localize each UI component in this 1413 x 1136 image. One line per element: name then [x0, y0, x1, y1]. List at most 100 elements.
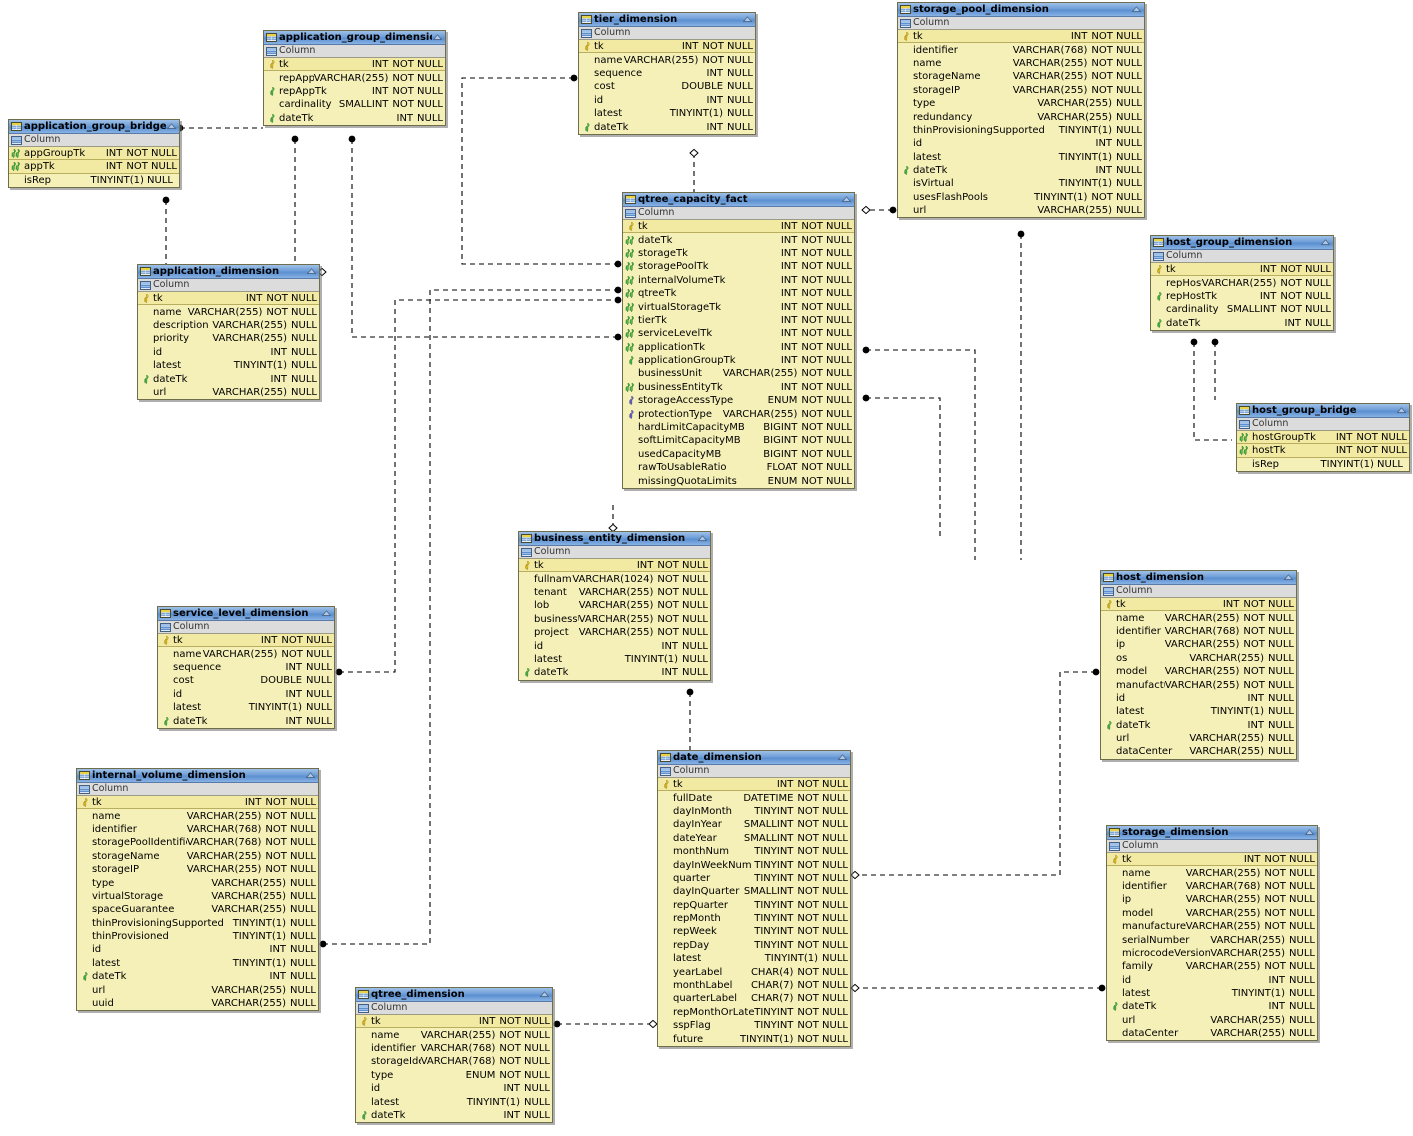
- column-row[interactable]: missingQuotaLimits ENUM NOT NULL: [623, 474, 854, 487]
- column-row[interactable]: applicationTk INT NOT NULL: [623, 341, 854, 354]
- column-row[interactable]: dateTk INT NOT NULL: [623, 233, 854, 246]
- column-row[interactable]: thinProvisioningSupported TINYINT(1) NULL: [898, 124, 1144, 137]
- column-row[interactable]: repWeek TINYINT NOT NULL: [658, 925, 850, 938]
- column-row[interactable]: repAppTk INT NOT NULL: [264, 85, 445, 98]
- column-row[interactable]: appTk INT NOT NULL: [9, 160, 179, 174]
- column-row[interactable]: businessEntityTk INT NOT NULL: [623, 381, 854, 394]
- table-host_dimension[interactable]: host_dimension Column tk INT NOT NULL name VAR…: [1100, 570, 1297, 760]
- column-row[interactable]: url VARCHAR(255) NULL: [1101, 732, 1296, 745]
- column-row[interactable]: latest TINYINT(1) NULL: [898, 151, 1144, 164]
- column-row[interactable]: future TINYINT(1) NOT NULL: [658, 1032, 850, 1045]
- column-row[interactable]: tk INT NOT NULL: [158, 634, 334, 648]
- column-row[interactable]: repQuarter TINYINT NOT NULL: [658, 899, 850, 912]
- column-row[interactable]: type VARCHAR(255) NULL: [77, 876, 318, 889]
- column-row[interactable]: dayInWeekNum TINYINT NOT NULL: [658, 858, 850, 871]
- column-row[interactable]: id INT NULL: [519, 639, 710, 652]
- column-row[interactable]: manufacturerVARCHAR(255)NOT NULL: [1107, 920, 1317, 933]
- collapse-chevron-icon[interactable]: [166, 121, 177, 132]
- column-row[interactable]: virtualStorage VARCHAR(255) NULL: [77, 890, 318, 903]
- column-row[interactable]: cardinality SMALLINT NOT NULL: [264, 98, 445, 111]
- column-row[interactable]: monthNum TINYINT NOT NULL: [658, 845, 850, 858]
- column-row[interactable]: tk INT NOT NULL: [138, 292, 319, 306]
- column-row[interactable]: appGroupTk INT NOT NULL: [9, 147, 179, 161]
- column-row[interactable]: serviceLevelTk INT NOT NULL: [623, 327, 854, 340]
- column-row[interactable]: id INT NULL: [898, 137, 1144, 150]
- column-row[interactable]: id INT NULL: [356, 1082, 552, 1095]
- column-row[interactable]: storageIP VARCHAR(255) NOT NULL: [77, 863, 318, 876]
- collapse-chevron-icon[interactable]: [742, 14, 753, 25]
- column-row[interactable]: url VARCHAR(255) NULL: [77, 983, 318, 996]
- column-row[interactable]: identifier VARCHAR(768) NOT NULL: [1107, 880, 1317, 893]
- table-qtree_dimension[interactable]: qtree_dimension Column tk INT NOT NULL name VA…: [355, 987, 553, 1124]
- collapse-chevron-icon[interactable]: [321, 608, 332, 619]
- column-row[interactable]: model VARCHAR(255) NOT NULL: [1101, 665, 1296, 678]
- table-header-qtree_dimension[interactable]: qtree_dimension: [356, 988, 552, 1002]
- column-row[interactable]: redundancy VARCHAR(255) NULL: [898, 110, 1144, 123]
- column-row[interactable]: latest TINYINT(1) NULL: [519, 653, 710, 666]
- column-row[interactable]: id INT NULL: [1107, 974, 1317, 987]
- table-host_group_dimension[interactable]: host_group_dimension Column tk INT NOT NULL r…: [1150, 235, 1334, 331]
- collapse-chevron-icon[interactable]: [305, 770, 316, 781]
- collapse-chevron-icon[interactable]: [1304, 827, 1315, 838]
- column-row[interactable]: os VARCHAR(255) NULL: [1101, 652, 1296, 665]
- column-row[interactable]: uuid VARCHAR(255) NULL: [77, 997, 318, 1010]
- table-header-application_group_bridge[interactable]: application_group_bridge: [9, 120, 179, 134]
- table-application_group_dimension[interactable]: application_group_dimension Column tk INT NO…: [263, 30, 446, 126]
- column-row[interactable]: latest TINYINT(1) NULL: [158, 701, 334, 714]
- column-row[interactable]: monthLabel CHAR(7) NOT NULL: [658, 979, 850, 992]
- column-row[interactable]: repMonth TINYINT NOT NULL: [658, 912, 850, 925]
- column-row[interactable]: usesFlashPools TINYINT(1) NOT NULL: [898, 191, 1144, 204]
- column-row[interactable]: storagePoolTk INT NOT NULL: [623, 260, 854, 273]
- column-row[interactable]: repDay TINYINT NOT NULL: [658, 939, 850, 952]
- column-row[interactable]: ip VARCHAR(255) NOT NULL: [1101, 638, 1296, 651]
- column-row[interactable]: dayInYear SMALLINT NOT NULL: [658, 818, 850, 831]
- column-row[interactable]: dateTk INT NULL: [579, 120, 755, 133]
- column-row[interactable]: latest TINYINT(1) NULL: [658, 952, 850, 965]
- column-row[interactable]: storageName VARCHAR(255) NOT NULL: [898, 70, 1144, 83]
- column-row[interactable]: dateTk INT NULL: [1101, 719, 1296, 732]
- column-row[interactable]: identifier VARCHAR(768) NOT NULL: [898, 43, 1144, 56]
- table-header-host_dimension[interactable]: host_dimension: [1101, 571, 1296, 585]
- column-row[interactable]: tk INT NOT NULL: [898, 30, 1144, 44]
- column-row[interactable]: rawToUsableRatio FLOAT NOT NULL: [623, 461, 854, 474]
- column-row[interactable]: storageIdentifierVARCHAR(768)NOT NULL: [356, 1055, 552, 1068]
- column-row[interactable]: id INT NULL: [77, 943, 318, 956]
- collapse-chevron-icon[interactable]: [306, 266, 317, 277]
- column-row[interactable]: fullnameVARCHAR(1024)NOT NULL: [519, 572, 710, 585]
- table-header-storage_dimension[interactable]: storage_dimension: [1107, 826, 1317, 840]
- column-row[interactable]: repMonthOrLatestTINYINTNOT NULL: [658, 1006, 850, 1019]
- collapse-chevron-icon[interactable]: [697, 533, 708, 544]
- column-row[interactable]: url VARCHAR(255) NULL: [898, 204, 1144, 217]
- column-row[interactable]: sequence INT NULL: [579, 67, 755, 80]
- column-row[interactable]: latest TINYINT(1) NULL: [1101, 705, 1296, 718]
- column-row[interactable]: latest TINYINT(1) NULL: [77, 957, 318, 970]
- column-row[interactable]: virtualStorageTk INT NOT NULL: [623, 300, 854, 313]
- column-row[interactable]: tenant VARCHAR(255) NOT NULL: [519, 586, 710, 599]
- column-row[interactable]: tk INT NOT NULL: [658, 778, 850, 792]
- column-row[interactable]: tk INT NOT NULL: [519, 559, 710, 573]
- column-row[interactable]: cost DOUBLE NULL: [158, 674, 334, 687]
- table-tier_dimension[interactable]: tier_dimension Column tk INT NOT NULL name VAR…: [578, 12, 756, 135]
- column-row[interactable]: url VARCHAR(255) NULL: [138, 386, 319, 399]
- table-header-service_level_dimension[interactable]: service_level_dimension: [158, 607, 334, 621]
- table-header-tier_dimension[interactable]: tier_dimension: [579, 13, 755, 27]
- column-row[interactable]: storagePoolIdentifier VARCHAR(768) NOT NUL…: [77, 836, 318, 849]
- table-header-host_group_bridge[interactable]: host_group_bridge: [1237, 404, 1409, 418]
- column-row[interactable]: name VARCHAR(255) NOT NULL: [1107, 866, 1317, 879]
- column-row[interactable]: priority VARCHAR(255) NULL: [138, 332, 319, 345]
- column-row[interactable]: internalVolumeTk INT NOT NULL: [623, 274, 854, 287]
- column-row[interactable]: protectionType VARCHAR(255) NOT NULL: [623, 407, 854, 420]
- column-row[interactable]: storageTk INT NOT NULL: [623, 247, 854, 260]
- column-row[interactable]: repHostTk INT NOT NULL: [1151, 290, 1333, 303]
- column-row[interactable]: lob VARCHAR(255) NOT NULL: [519, 599, 710, 612]
- column-row[interactable]: identifier VARCHAR(768) NOT NULL: [356, 1042, 552, 1055]
- table-header-storage_pool_dimension[interactable]: storage_pool_dimension: [898, 3, 1144, 17]
- column-row[interactable]: quarterLabel CHAR(7) NOT NULL: [658, 992, 850, 1005]
- column-row[interactable]: cost DOUBLE NULL: [579, 80, 755, 93]
- column-row[interactable]: name VARCHAR(255) NOT NULL: [158, 647, 334, 660]
- table-storage_pool_dimension[interactable]: storage_pool_dimension Column tk INT NOT NUL…: [897, 2, 1145, 219]
- column-row[interactable]: dataCenter VARCHAR(255) NULL: [1107, 1027, 1317, 1040]
- column-row[interactable]: cardinality SMALLINT NOT NULL: [1151, 303, 1333, 316]
- table-header-qtree_capacity_fact[interactable]: qtree_capacity_fact: [623, 193, 854, 207]
- table-storage_dimension[interactable]: storage_dimension Column tk INT NOT NULL name…: [1106, 825, 1318, 1042]
